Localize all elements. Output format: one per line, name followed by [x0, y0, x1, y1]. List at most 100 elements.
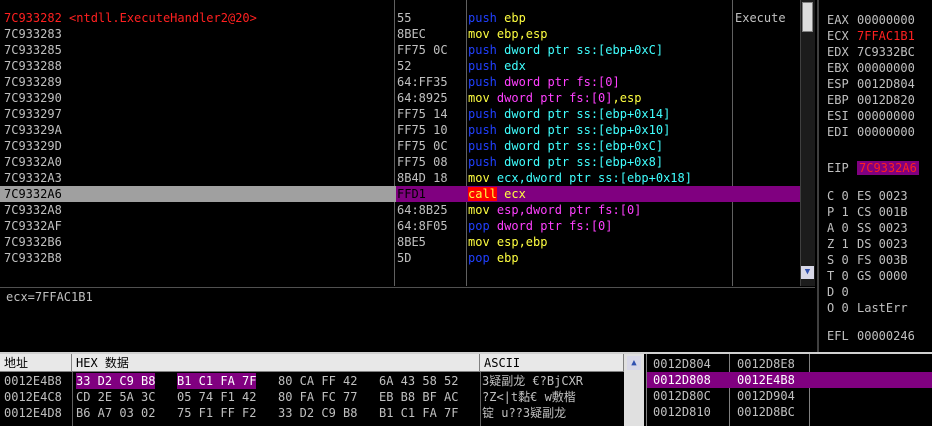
stack-row[interactable]: 0012D808 0012E4B8 [647, 372, 932, 388]
instruction-token: pop [468, 251, 490, 265]
stack-row[interactable]: 0012D80C 0012D904 [647, 388, 932, 404]
stack-value: 0012D904 [737, 389, 795, 403]
instruction-token: ,esp [612, 91, 642, 105]
disasm-instruction: push dword ptr fs:[0] [468, 74, 730, 90]
register-ebx[interactable]: EBX 00000000 [827, 60, 932, 76]
instruction-token: edx [496, 59, 526, 73]
disasm-address: 7C933289 [4, 75, 62, 89]
disasm-hex-bytes: FF75 14 [397, 107, 448, 121]
disasm-instruction: push ebp [468, 10, 730, 26]
disasm-row[interactable]: 7C933289 64:FF35 push dword ptr fs:[0] [0, 74, 815, 90]
segment-register: SS 0023 [857, 221, 908, 235]
disassembly-scrollbar[interactable] [800, 0, 815, 286]
flag-row[interactable]: P 1 CS 001B [827, 204, 932, 220]
hex-dump-pane[interactable]: 地址 HEX 数据 ASCII 0012E4B8 33 D2 C9 B8 B1 C1… [0, 354, 628, 426]
disasm-row[interactable]: 7C93329D FF75 0C push dword ptr ss:[ebp+0x… [0, 138, 815, 154]
disasm-instruction: push dword ptr ss:[ebp+0x14] [468, 106, 730, 122]
dump-row[interactable]: 0012E4D8 B6 A7 03 02 75 F1 FF F2 33 D2 C9 B… [0, 405, 628, 421]
stack-row[interactable]: 0012D810 0012D8BC [647, 404, 932, 420]
disasm-instruction: push dword ptr ss:[ebp+0xC] [468, 42, 730, 58]
register-esp[interactable]: ESP 0012D804 [827, 76, 932, 92]
register-eax[interactable]: EAX 00000000 [827, 12, 932, 28]
instruction-token: mov [468, 171, 490, 185]
stack-pane[interactable]: 0012D804 0012D8E8 0012D808 0012E4B8 0012D80C… [646, 354, 932, 426]
register-edx[interactable]: EDX 7C9332BC [827, 44, 932, 60]
registers-pane[interactable]: EAX 00000000 ECX 7FFAC1B1 EDX 7C9332BC EBX 0000… [817, 0, 932, 352]
disasm-row[interactable]: 7C933285 FF75 0C push dword ptr ss:[ebp+0x… [0, 42, 815, 58]
dump-bytes[interactable]: B1 C1 FA 7F [379, 405, 458, 421]
flag-name: O 0 [827, 301, 849, 315]
disasm-address: 7C933282 <ntdll.ExecuteHandler2@20> [4, 11, 257, 25]
dump-bytes[interactable]: 33 D2 C9 B8 [76, 373, 156, 389]
flag-name: T 0 [827, 269, 849, 283]
flag-row[interactable]: Z 1 DS 0023 [827, 236, 932, 252]
instruction-token: ecx,dword ptr ss:[ebp+0x18] [489, 171, 692, 185]
register-value: 0012D804 [857, 77, 915, 91]
flag-row[interactable]: C 0 ES 0023 [827, 188, 932, 204]
disasm-row[interactable]: 7C933288 52 push edx [0, 58, 815, 74]
instruction-token: dword ptr ss:[ebp+0x14] [496, 107, 671, 121]
dump-bytes[interactable]: CD 2E 5A 3C [76, 389, 155, 405]
dump-bytes[interactable]: 33 D2 C9 B8 [278, 405, 357, 421]
disasm-address: 7C9332A8 [4, 203, 62, 217]
flag-name: S 0 [827, 253, 849, 267]
instruction-token: push [468, 59, 497, 73]
disasm-label: <ntdll.ExecuteHandler2@20> [69, 11, 257, 25]
flag-row[interactable]: D 0 [827, 284, 932, 300]
disasm-row[interactable]: 7C9332A8 64:8B25 mov esp,dword ptr fs:[0] [0, 202, 815, 218]
disasm-row[interactable]: 7C93329A FF75 10 push dword ptr ss:[ebp+0x… [0, 122, 815, 138]
flag-row[interactable]: O 0 LastErr [827, 300, 932, 316]
dump-header-hex[interactable]: HEX 数据 [72, 354, 480, 372]
dump-row[interactable]: 0012E4B8 33 D2 C9 B8 B1 C1 FA 7F 80 CA FF 4… [0, 373, 628, 389]
disasm-row[interactable]: 7C9332A0 FF75 08 push dword ptr ss:[ebp+0x… [0, 154, 815, 170]
flag-row[interactable]: S 0 FS 003B [827, 252, 932, 268]
dump-bytes[interactable]: 6A 43 58 52 [379, 373, 458, 389]
disassembly-pane[interactable]: 7C933282 <ntdll.ExecuteHandler2@20> 55 pus… [0, 0, 815, 286]
disasm-row[interactable]: 7C9332AF 64:8F05 pop dword ptr fs:[0] [0, 218, 815, 234]
register-ecx[interactable]: ECX 7FFAC1B1 [827, 28, 932, 44]
dump-bytes[interactable]: 80 FA FC 77 [278, 389, 357, 405]
disasm-instruction: mov dword ptr fs:[0],esp [468, 90, 730, 106]
instruction-token: esp,dword ptr fs:[0] [489, 203, 642, 217]
flag-name: D 0 [827, 285, 849, 299]
instruction-token: mov [468, 91, 490, 105]
disasm-row[interactable]: 7C933282 <ntdll.ExecuteHandler2@20> 55 pus… [0, 10, 815, 26]
register-esi[interactable]: ESI 00000000 [827, 108, 932, 124]
dump-bytes[interactable]: B1 C1 FA 7F [177, 373, 257, 389]
disasm-row[interactable]: 7C9332B8 5D pop ebp [0, 250, 815, 266]
dump-header-ascii[interactable]: ASCII [480, 354, 624, 372]
disassembly-scroll-thumb[interactable] [802, 2, 813, 32]
register-name: EDX [827, 45, 849, 59]
register-efl[interactable]: EFL 00000246 [827, 328, 932, 344]
disasm-row[interactable]: 7C9332A6 FFD1 call ecx [0, 186, 815, 202]
scroll-down-arrow-icon[interactable]: ▼ [801, 266, 814, 279]
disasm-row[interactable]: 7C933283 8BEC mov ebp,esp [0, 26, 815, 42]
disasm-hex-bytes: 8BEC [397, 27, 426, 41]
disasm-address: 7C9332A3 [4, 171, 62, 185]
instruction-token: mov [468, 235, 490, 249]
disasm-hex-bytes: FF75 08 [397, 155, 448, 169]
register-edi[interactable]: EDI 00000000 [827, 124, 932, 140]
dump-bytes[interactable]: 80 CA FF 42 [278, 373, 357, 389]
scroll-up-arrow-icon[interactable]: ▲ [627, 356, 641, 370]
stack-row[interactable]: 0012D804 0012D8E8 [647, 356, 932, 372]
disasm-row[interactable]: 7C9332B6 8BE5 mov esp,ebp [0, 234, 815, 250]
dump-row[interactable]: 0012E4C8 CD 2E 5A 3C 05 74 F1 42 80 FA FC 7… [0, 389, 628, 405]
dump-header-address[interactable]: 地址 [0, 354, 72, 372]
dump-bytes[interactable]: 75 F1 FF F2 [177, 405, 256, 421]
register-name: EBP [827, 93, 849, 107]
disasm-row[interactable]: 7C933290 64:8925 mov dword ptr fs:[0],esp [0, 90, 815, 106]
disasm-row[interactable]: 7C933297 FF75 14 push dword ptr ss:[ebp+0x… [0, 106, 815, 122]
dump-bytes[interactable]: B6 A7 03 02 [76, 405, 155, 421]
register-eip[interactable]: EIP 7C9332A6 [827, 160, 932, 176]
stack-address: 0012D80C [653, 389, 711, 403]
dump-bytes[interactable]: EB B8 BF AC [379, 389, 458, 405]
flag-row[interactable]: T 0 GS 0000 [827, 268, 932, 284]
dump-bytes[interactable]: 05 74 F1 42 [177, 389, 256, 405]
instruction-token: push [468, 123, 497, 137]
disasm-hex-bytes: FF75 0C [397, 139, 448, 153]
instruction-token: push [468, 107, 497, 121]
flag-row[interactable]: A 0 SS 0023 [827, 220, 932, 236]
disasm-row[interactable]: 7C9332A3 8B4D 18 mov ecx,dword ptr ss:[ebp… [0, 170, 815, 186]
register-ebp[interactable]: EBP 0012D820 [827, 92, 932, 108]
